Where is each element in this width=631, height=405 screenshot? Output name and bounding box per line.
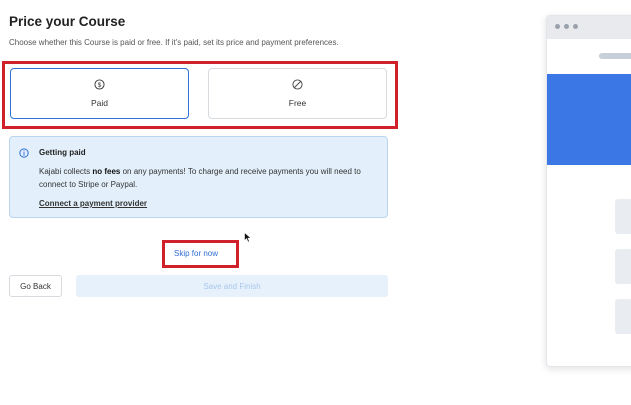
- save-and-finish-button[interactable]: Save and Finish: [76, 275, 388, 297]
- mouse-cursor-icon: [244, 232, 252, 243]
- preview-nav-placeholder: [599, 53, 631, 59]
- preview-hero-banner: [547, 74, 631, 165]
- go-back-button[interactable]: Go Back: [9, 275, 62, 297]
- notice-body-bold: no fees: [92, 167, 121, 176]
- notice-heading: Getting paid: [39, 148, 86, 157]
- connect-payment-provider-link[interactable]: Connect a payment provider: [39, 199, 147, 208]
- notice-body-prefix: Kajabi collects: [39, 167, 93, 176]
- window-dot-icon: [573, 24, 578, 29]
- window-dot-icon: [564, 24, 569, 29]
- page-subtitle: Choose whether this Course is paid or fr…: [9, 38, 339, 47]
- window-dot-icon: [555, 24, 560, 29]
- preview-card: [615, 249, 631, 284]
- course-preview-thumbnail: [546, 15, 631, 367]
- page-title: Price your Course: [9, 14, 126, 29]
- info-icon: [19, 148, 29, 158]
- preview-card: [615, 199, 631, 234]
- options-highlight: [2, 61, 398, 129]
- notice-body: Kajabi collects no fees on any payments!…: [39, 165, 369, 191]
- preview-card: [615, 299, 631, 334]
- getting-paid-notice: Getting paid Kajabi collects no fees on …: [9, 136, 388, 218]
- skip-highlight: [162, 240, 239, 268]
